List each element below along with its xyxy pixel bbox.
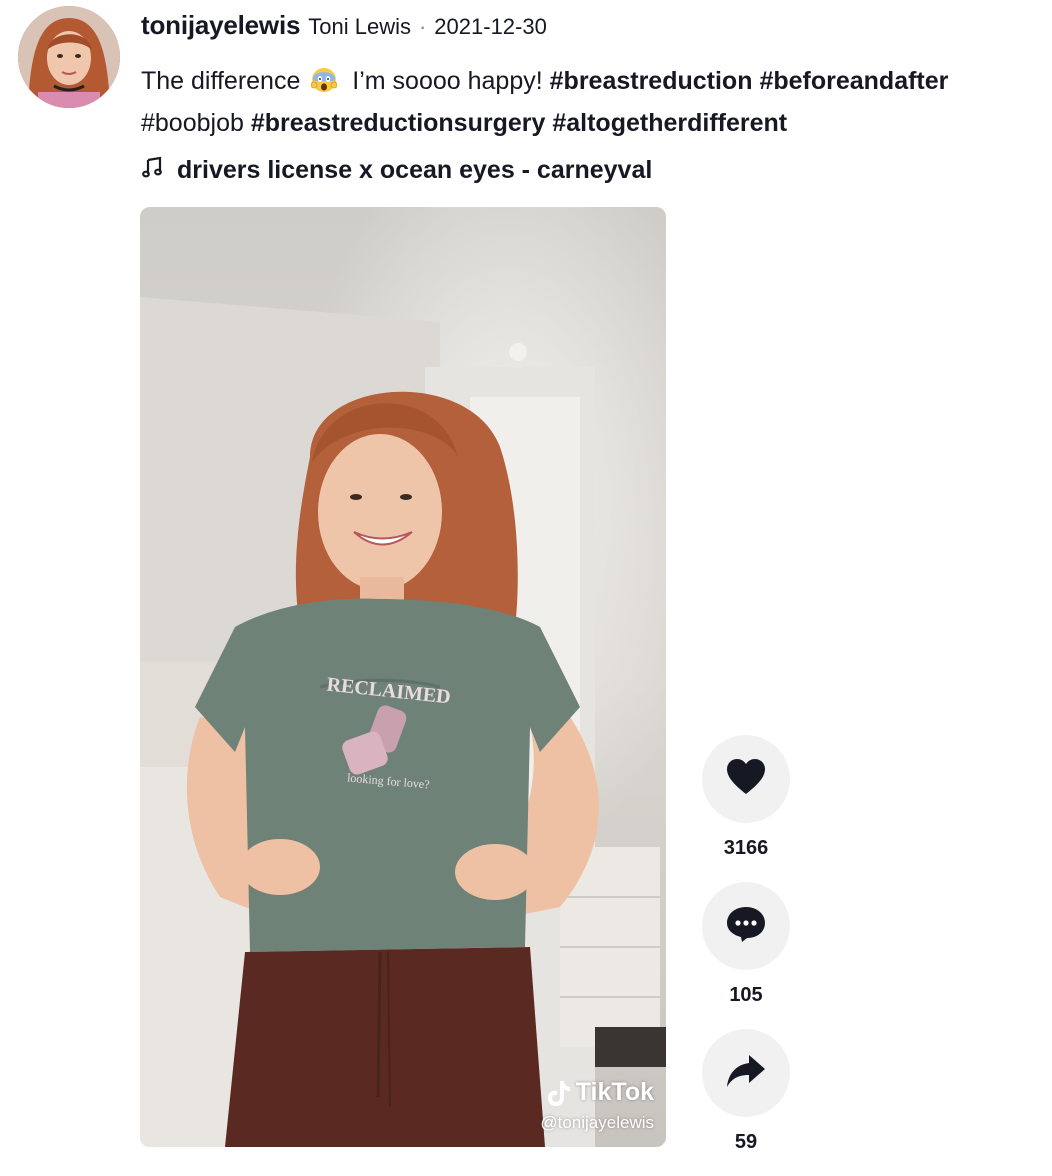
caption-text-2: I’m soooo happy!: [352, 67, 543, 95]
author-row: tonijayelewis Toni Lewis · 2021-12-30: [141, 10, 1042, 48]
share-arrow-icon: [726, 1054, 766, 1093]
share-count: 59: [734, 1131, 758, 1153]
caption-text: The difference: [141, 67, 301, 95]
comment-bubble-icon: [726, 905, 766, 948]
heart-icon: [726, 758, 766, 800]
like-count: 3166: [723, 837, 769, 859]
share-button[interactable]: [702, 1029, 790, 1117]
watermark-brand: TikTok: [575, 1078, 654, 1106]
screaming-face-icon: [310, 64, 338, 92]
author-nickname: Toni Lewis: [308, 14, 411, 39]
like-button[interactable]: [702, 735, 790, 823]
author-username[interactable]: tonijayelewis: [141, 10, 300, 41]
comment-count: 105: [729, 984, 763, 1006]
hashtag-link[interactable]: #breastreduction: [550, 67, 753, 95]
hashtag-link[interactable]: #beforeandafter: [759, 67, 948, 95]
share-action: 59: [702, 1029, 790, 1154]
tiktok-watermark: TikTok @tonijayelewis: [540, 1078, 654, 1133]
video-player[interactable]: RY RECLAIMED looking for love?: [140, 207, 666, 1147]
like-action: 3166: [702, 735, 790, 860]
comment-action: 105: [702, 882, 790, 1007]
music-note-icon: [141, 155, 165, 186]
post-caption: The difference I’m soooo happy! #breastr…: [141, 60, 1041, 144]
post-date: 2021-12-30: [434, 14, 547, 39]
watermark-handle: @tonijayelewis: [540, 1113, 654, 1132]
music-title: drivers license x ocean eyes - carneyval: [177, 155, 653, 184]
hashtag-plain[interactable]: #boobjob: [141, 109, 244, 137]
hashtag-link[interactable]: #breastreductionsurgery: [251, 109, 546, 137]
hashtag-link[interactable]: #altogetherdifferent: [552, 109, 787, 137]
action-bar: 3166 105 59: [702, 735, 790, 1176]
author-avatar[interactable]: [18, 6, 120, 108]
music-link[interactable]: drivers license x ocean eyes - carneyval: [141, 150, 1042, 190]
separator: ·: [418, 14, 427, 39]
post-header: tonijayelewis Toni Lewis · 2021-12-30 Th…: [141, 10, 1042, 190]
comment-button[interactable]: [702, 882, 790, 970]
tiktok-logo-icon: [546, 1079, 572, 1107]
video-frame: RY RECLAIMED looking for love?: [140, 207, 666, 1147]
